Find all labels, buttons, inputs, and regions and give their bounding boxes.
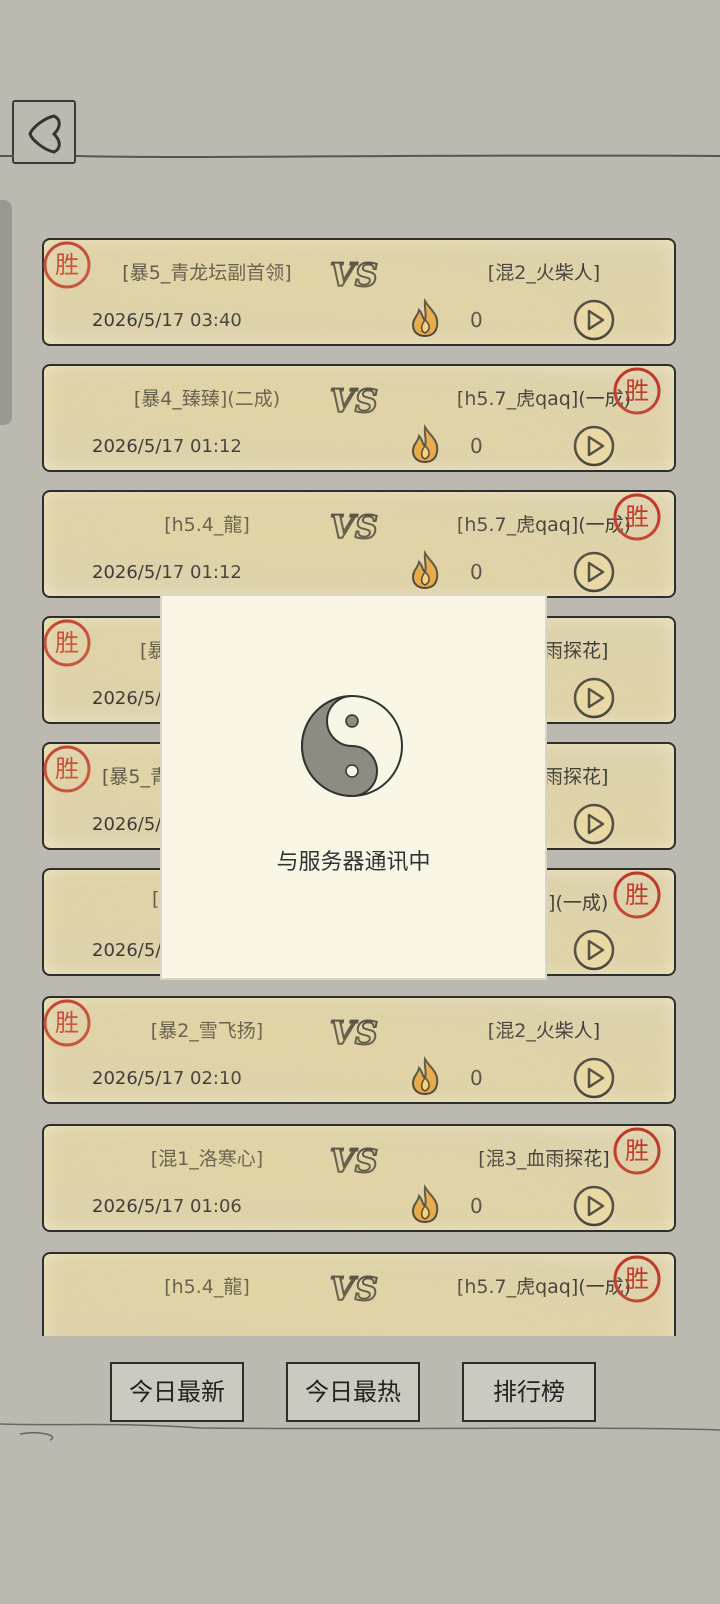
vs-icon: VS	[329, 255, 379, 294]
tab-today-latest[interactable]: 今日最新	[110, 1362, 244, 1422]
right-player-name[interactable]: [混2_火柴人]	[434, 1016, 654, 1043]
play-replay-button[interactable]	[572, 928, 616, 972]
play-replay-button[interactable]	[572, 550, 616, 594]
match-date: 2026/5/	[92, 688, 162, 709]
win-seal-icon: 胜	[43, 241, 91, 289]
match-card[interactable]: [混1_洛寒心] VS [混3_血雨探花] 胜 2026/5/17 01:06 …	[42, 1124, 676, 1232]
right-player-name[interactable]: 雨探花]	[544, 762, 608, 789]
svg-text:VS: VS	[330, 1014, 378, 1052]
svg-text:胜: 胜	[55, 251, 79, 279]
svg-text:胜: 胜	[625, 1137, 649, 1165]
hot-score: 0	[470, 308, 483, 332]
win-seal-icon: 胜	[613, 1127, 661, 1175]
svg-text:VS: VS	[330, 256, 378, 294]
svg-text:胜: 胜	[625, 1265, 649, 1293]
hot-score: 0	[470, 560, 483, 584]
play-replay-button[interactable]	[572, 1056, 616, 1100]
vs-icon: VS	[329, 1013, 379, 1052]
svg-text:VS: VS	[330, 1142, 378, 1180]
match-date: 2026/5/17 01:12	[92, 436, 242, 457]
match-date: 2026/5/17 03:40	[92, 310, 242, 331]
match-date: 2026/5/17 02:10	[92, 1068, 242, 1089]
fire-icon	[411, 550, 439, 590]
loading-dialog: 与服务器通讯中	[162, 596, 545, 978]
win-seal-icon: 胜	[613, 367, 661, 415]
header-divider	[0, 154, 720, 158]
left-player-name[interactable]: [暴2_雪飞扬]	[102, 1016, 312, 1043]
match-card[interactable]: [h5.4_龍] VS [h5.7_虎qaq](一成) 胜	[42, 1252, 676, 1336]
hot-score: 0	[470, 434, 483, 458]
win-seal-icon: 胜	[613, 493, 661, 541]
match-date: 2026/5/17 01:12	[92, 562, 242, 583]
win-seal-icon: 胜	[613, 1255, 661, 1303]
vs-icon: VS	[329, 1269, 379, 1308]
play-replay-button[interactable]	[572, 424, 616, 468]
fire-icon	[411, 424, 439, 464]
play-replay-button[interactable]	[572, 802, 616, 846]
left-player-name[interactable]: [h5.4_龍]	[102, 510, 312, 537]
hot-score: 0	[470, 1066, 483, 1090]
play-replay-button[interactable]	[572, 676, 616, 720]
win-seal-icon: 胜	[43, 619, 91, 667]
right-player-name[interactable]: [混2_火柴人]	[434, 258, 654, 285]
right-player-name[interactable]: q](一成)	[536, 888, 608, 915]
svg-text:胜: 胜	[625, 377, 649, 405]
vs-icon: VS	[329, 1141, 379, 1180]
fire-icon	[411, 1184, 439, 1224]
right-player-name[interactable]: 雨探花]	[544, 636, 608, 663]
tab-today-hottest[interactable]: 今日最热	[286, 1362, 420, 1422]
match-card[interactable]: 胜 [暴5_青龙坛副首领] VS [混2_火柴人] 2026/5/17 03:4…	[42, 238, 676, 346]
side-drawer-handle[interactable]	[0, 200, 12, 425]
play-replay-button[interactable]	[572, 1184, 616, 1228]
match-date: 2026/5/	[92, 940, 162, 961]
svg-text:胜: 胜	[55, 755, 79, 783]
svg-text:VS: VS	[330, 1270, 378, 1308]
fire-icon	[411, 298, 439, 338]
match-card[interactable]: [暴4_臻臻](二成) VS [h5.7_虎qaq](一成) 胜 2026/5/…	[42, 364, 676, 472]
win-seal-icon: 胜	[613, 871, 661, 919]
loading-message: 与服务器通讯中	[276, 850, 431, 875]
vs-icon: VS	[329, 507, 379, 546]
win-seal-icon: 胜	[43, 999, 91, 1047]
left-player-name[interactable]: [混1_洛寒心]	[102, 1144, 312, 1171]
win-seal-icon: 胜	[43, 745, 91, 793]
left-player-name[interactable]: [暴5_青	[102, 762, 169, 789]
match-date: 2026/5/17 01:06	[92, 1196, 242, 1217]
yin-yang-icon	[301, 695, 403, 798]
left-player-name[interactable]: [	[152, 888, 159, 910]
svg-text:胜: 胜	[625, 881, 649, 909]
svg-text:胜: 胜	[625, 503, 649, 531]
match-date: 2026/5/	[92, 814, 162, 835]
hot-score: 0	[470, 1194, 483, 1218]
match-card[interactable]: 胜 [暴2_雪飞扬] VS [混2_火柴人] 2026/5/17 02:10 0	[42, 996, 676, 1104]
left-player-name[interactable]: [暴5_青龙坛副首领]	[102, 258, 312, 285]
svg-text:胜: 胜	[55, 1009, 79, 1037]
vs-icon: VS	[329, 381, 379, 420]
play-replay-button[interactable]	[572, 298, 616, 342]
left-player-name[interactable]: [暴4_臻臻](二成)	[102, 384, 312, 411]
tab-leaderboard[interactable]: 排行榜	[462, 1362, 596, 1422]
left-player-name[interactable]: [h5.4_龍]	[102, 1272, 312, 1299]
svg-text:VS: VS	[330, 382, 378, 420]
svg-text:胜: 胜	[55, 629, 79, 657]
footer-divider	[0, 1423, 720, 1441]
fire-icon	[411, 1056, 439, 1096]
match-card[interactable]: [h5.4_龍] VS [h5.7_虎qaq](一成) 胜 2026/5/17 …	[42, 490, 676, 598]
svg-text:VS: VS	[330, 508, 378, 546]
